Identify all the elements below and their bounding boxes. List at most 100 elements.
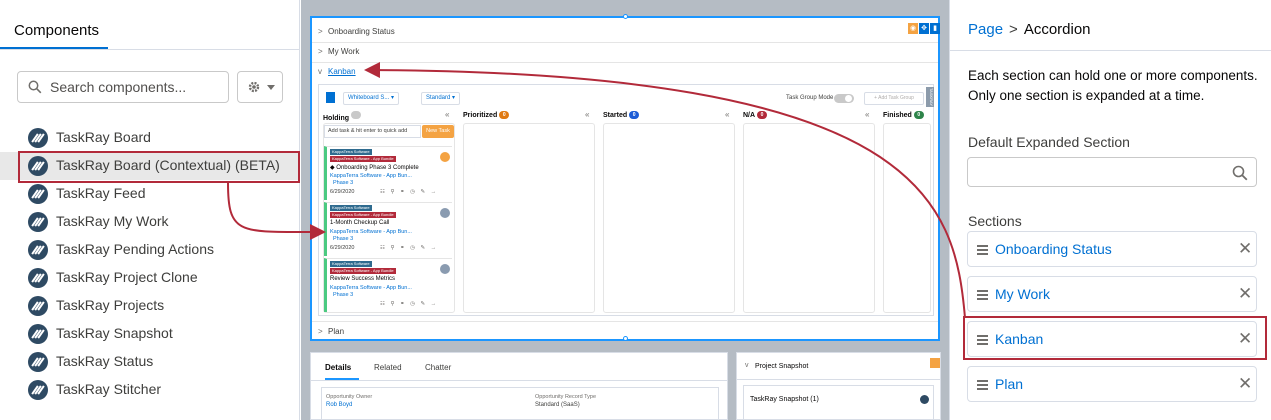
accordion-section-onboarding-status[interactable]: > Onboarding Status	[318, 27, 395, 36]
task-action-icons[interactable]: ☷ ⚲ ⚭ ◷ ✎ →	[380, 189, 438, 195]
move-icon[interactable]: ✥	[919, 23, 929, 34]
task-card[interactable]: KappaTerra Software KappaTerra Software -…	[324, 202, 452, 256]
tab-chatter[interactable]: Chatter	[425, 363, 451, 372]
task-card[interactable]: KappaTerra Software KappaTerra Software -…	[324, 258, 452, 312]
opportunity-owner-value[interactable]: Rob Boyd	[326, 402, 352, 408]
task-action-icons[interactable]: ☷ ⚲ ⚭ ◷ ✎ →	[380, 301, 438, 307]
tab-components-label: Components	[14, 22, 100, 39]
task-phase[interactable]: Phase 3	[333, 236, 353, 242]
accordion-component[interactable]: ◉ ✥ ▮ > Onboarding Status > My Work v Kanba…	[310, 14, 940, 341]
kanban-column-body	[603, 123, 735, 313]
component-item-label: TaskRay Status	[56, 353, 154, 369]
component-item[interactable]: TaskRay My Work	[0, 208, 300, 236]
component-item[interactable]: TaskRay Stitcher	[0, 376, 300, 404]
kanban-column: Started 0 «	[603, 109, 735, 315]
kanban-column-header: Finished 0	[883, 111, 924, 119]
tab-components[interactable]: Components	[0, 0, 108, 50]
new-task-button[interactable]: New Task	[422, 125, 454, 138]
resize-handle-bottom[interactable]	[623, 336, 628, 341]
eye-icon[interactable]	[930, 358, 940, 368]
board-select[interactable]: Whiteboard S... ▾	[343, 92, 400, 105]
board-view-icon[interactable]	[326, 92, 335, 103]
taskray-icon	[28, 352, 48, 372]
accordion-section-plan[interactable]: > Plan	[318, 327, 344, 336]
record-details-card: Details Related Chatter Opportunity Owne…	[310, 352, 728, 420]
kanban-toolbar: Whiteboard S... ▾ Standard ▾ Task Group …	[319, 85, 934, 107]
component-item-label: TaskRay My Work	[56, 213, 169, 229]
divider	[312, 62, 938, 63]
chevron-down-icon[interactable]: v	[745, 362, 749, 369]
kanban-column-header: Holding	[323, 111, 362, 122]
search-input[interactable]	[50, 77, 220, 97]
accordion-section-my-work[interactable]: > My Work	[318, 47, 359, 56]
avatar	[440, 208, 450, 218]
section-row[interactable]: Onboarding Status ✕	[967, 231, 1257, 267]
search-icon	[28, 80, 42, 94]
search-box[interactable]	[17, 71, 229, 103]
sections-label: Sections	[968, 213, 1022, 229]
chevron-right-icon: >	[318, 47, 323, 56]
divider	[312, 42, 938, 43]
component-item-label: TaskRay Board	[56, 129, 151, 145]
section-row[interactable]: My Work ✕	[967, 276, 1257, 312]
tab-details[interactable]: Details	[325, 363, 351, 372]
collapse-column-icon[interactable]: «	[585, 110, 589, 119]
component-item-label: TaskRay Snapshot	[56, 325, 173, 341]
eye-icon[interactable]: ◉	[908, 23, 918, 34]
drag-handle-icon[interactable]	[977, 245, 988, 255]
component-item[interactable]: TaskRay Status	[0, 348, 300, 376]
component-item[interactable]: TaskRay Projects	[0, 292, 300, 320]
settings-dropdown-button[interactable]	[237, 71, 283, 103]
gear-icon	[248, 81, 260, 93]
quick-add-input[interactable]: Add task & hit enter to quick add	[324, 125, 421, 138]
section-row[interactable]: Plan ✕	[967, 366, 1257, 402]
section-row-label[interactable]: Plan	[995, 376, 1023, 392]
taskray-icon	[28, 184, 48, 204]
task-phase[interactable]: Phase 3	[333, 292, 353, 298]
component-item[interactable]: TaskRay Project Clone	[0, 264, 300, 292]
breadcrumb-page-link[interactable]: Page	[968, 21, 1003, 38]
component-item-label: TaskRay Projects	[56, 297, 165, 313]
accordion-section-kanban[interactable]: v Kanban	[318, 67, 356, 76]
component-item[interactable]: TaskRay Snapshot	[0, 320, 300, 348]
close-icon[interactable]: ✕	[1238, 239, 1252, 259]
collapse-column-icon[interactable]: «	[865, 110, 869, 119]
task-project-link[interactable]: KappaTerra Software - App Bun...	[330, 173, 412, 179]
delete-icon[interactable]: ▮	[930, 23, 940, 34]
section-row-label[interactable]: Onboarding Status	[995, 241, 1112, 257]
task-action-icons[interactable]: ☷ ⚲ ⚭ ◷ ✎ →	[380, 245, 438, 251]
divider	[950, 50, 1271, 51]
default-expanded-section-input[interactable]	[967, 157, 1257, 187]
chevron-right-icon: >	[318, 27, 323, 36]
task-title: 1-Month Checkup Call	[330, 220, 390, 226]
component-item[interactable]: TaskRay Feed	[0, 180, 300, 208]
page-canvas: ◉ ✥ ▮ > Onboarding Status > My Work v Kanba…	[301, 0, 949, 420]
section-row-label[interactable]: My Work	[995, 286, 1050, 302]
resize-handle-top[interactable]	[623, 14, 628, 19]
close-icon[interactable]: ✕	[1238, 284, 1252, 304]
task-due-date: 6/29/2020	[330, 245, 355, 251]
component-item[interactable]: TaskRay Pending Actions	[0, 236, 300, 264]
task-project-link[interactable]: KappaTerra Software - App Bun...	[330, 285, 412, 291]
collapse-column-icon[interactable]: «	[445, 110, 449, 119]
kanban-column-body: Add task & hit enter to quick add New Tas…	[323, 123, 455, 313]
add-task-group-button[interactable]: + Add Task Group	[864, 92, 924, 105]
task-project-link[interactable]: KappaTerra Software - App Bun...	[330, 229, 412, 235]
tab-related[interactable]: Related	[374, 363, 402, 372]
drag-handle-icon[interactable]	[977, 380, 988, 390]
taskray-icon	[28, 212, 48, 232]
avatar	[440, 152, 450, 162]
task-card[interactable]: KappaTerra Software KappaTerra Software -…	[324, 146, 452, 200]
kanban-column: Prioritized 0 «	[463, 109, 595, 315]
avatar	[440, 264, 450, 274]
close-icon[interactable]: ✕	[1238, 374, 1252, 394]
drag-handle-icon[interactable]	[977, 290, 988, 300]
component-item[interactable]: TaskRay Board	[0, 124, 300, 152]
kanban-section-link[interactable]: Kanban	[328, 67, 356, 76]
view-select[interactable]: Standard ▾	[421, 92, 461, 105]
task-phase[interactable]: Phase 3	[333, 180, 353, 186]
collapse-column-icon[interactable]: «	[725, 110, 729, 119]
tab-divider	[0, 49, 300, 50]
taskray-side-tab[interactable]: TASKRAY	[926, 87, 934, 107]
task-group-mode-toggle[interactable]	[834, 94, 854, 103]
